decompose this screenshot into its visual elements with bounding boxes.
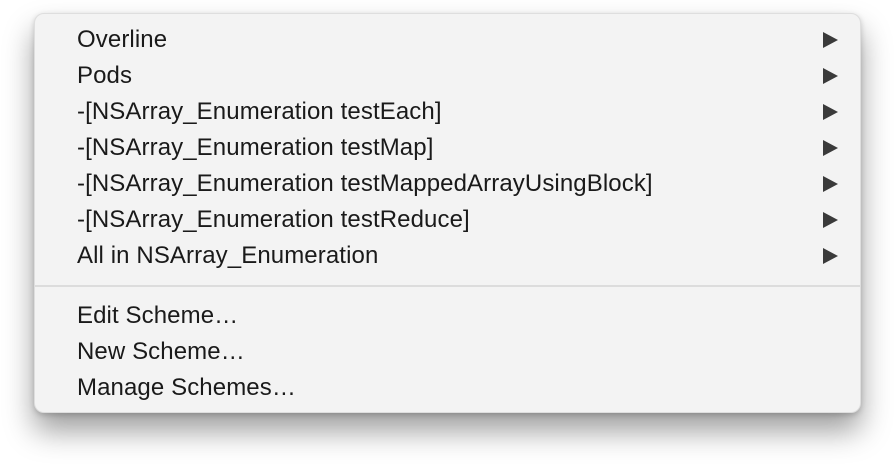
menu-item-new-scheme[interactable]: New Scheme…: [35, 334, 860, 370]
menu-item-test-mapped-array-using-block[interactable]: -[NSArray_Enumeration testMappedArrayUsi…: [35, 166, 860, 202]
menu-item-manage-schemes[interactable]: Manage Schemes…: [35, 370, 860, 406]
menu-item-label: -[NSArray_Enumeration testEach]: [77, 98, 442, 125]
chevron-right-icon: [823, 176, 838, 192]
menu-item-label: All in NSArray_Enumeration: [77, 242, 379, 269]
menu-item-label: -[NSArray_Enumeration testReduce]: [77, 206, 470, 233]
menu-item-all-in-nsarray-enumeration[interactable]: All in NSArray_Enumeration: [35, 238, 860, 274]
menu-item-test-reduce[interactable]: -[NSArray_Enumeration testReduce]: [35, 202, 860, 238]
chevron-right-icon: [823, 104, 838, 120]
menu-item-label: Manage Schemes…: [77, 374, 296, 401]
menu-item-label: Pods: [77, 62, 133, 89]
menu-item-overline[interactable]: Overline: [35, 22, 860, 58]
screen: Overline Pods -[NSArray_Enumeration test…: [0, 0, 896, 468]
menu-item-test-map[interactable]: -[NSArray_Enumeration testMap]: [35, 130, 860, 166]
chevron-right-icon: [823, 68, 838, 84]
menu-item-label: New Scheme…: [77, 338, 245, 365]
menu-separator: [35, 285, 860, 287]
menu-item-label: -[NSArray_Enumeration testMappedArrayUsi…: [77, 170, 653, 197]
menu-item-pods[interactable]: Pods: [35, 58, 860, 94]
chevron-right-icon: [823, 32, 838, 48]
scheme-context-menu: Overline Pods -[NSArray_Enumeration test…: [34, 13, 861, 413]
menu-item-label: Edit Scheme…: [77, 302, 239, 329]
menu-item-label: Overline: [77, 26, 168, 53]
menu-item-test-each[interactable]: -[NSArray_Enumeration testEach]: [35, 94, 860, 130]
chevron-right-icon: [823, 140, 838, 156]
menu-item-edit-scheme[interactable]: Edit Scheme…: [35, 298, 860, 334]
chevron-right-icon: [823, 212, 838, 228]
chevron-right-icon: [823, 248, 838, 264]
menu-item-label: -[NSArray_Enumeration testMap]: [77, 134, 434, 161]
